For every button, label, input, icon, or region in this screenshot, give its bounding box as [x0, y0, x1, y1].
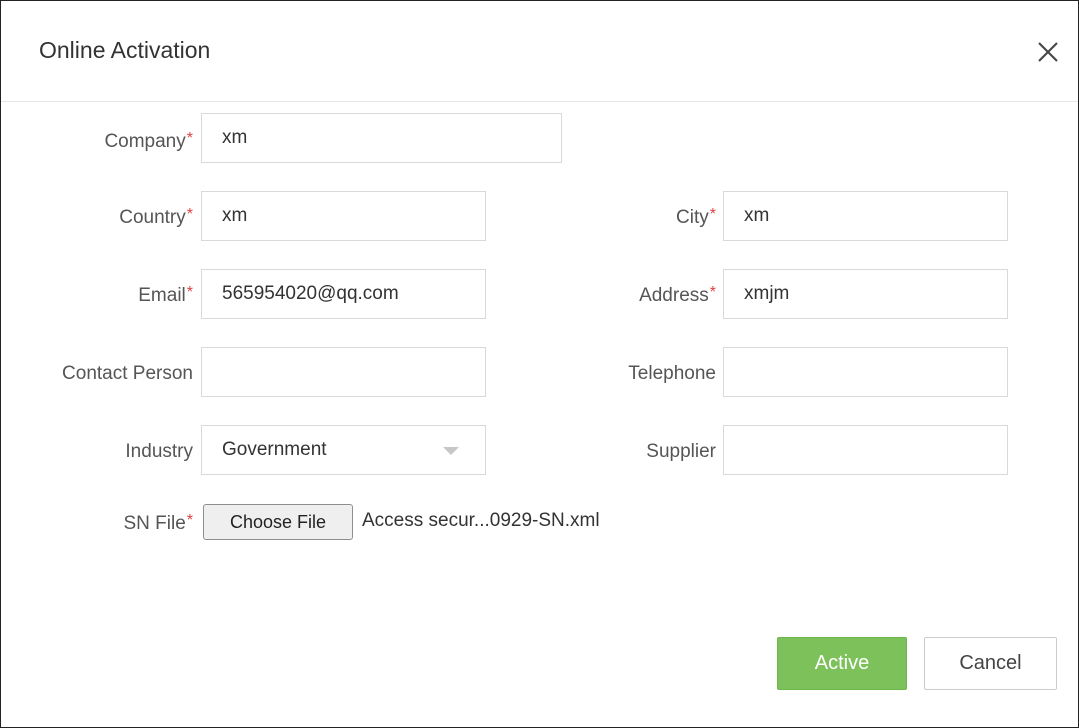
required-mark: * — [186, 284, 193, 301]
company-label-text: Company — [104, 131, 186, 152]
industry-label: Industry — [125, 441, 193, 463]
city-input[interactable] — [723, 191, 1008, 241]
industry-select[interactable]: Government — [201, 425, 486, 475]
telephone-label-text: Telephone — [628, 363, 716, 384]
cancel-button[interactable]: Cancel — [924, 637, 1057, 690]
sn-file-label-text: SN File — [123, 513, 186, 534]
city-label: City* — [676, 206, 716, 229]
sn-file-label: SN File* — [123, 512, 193, 535]
chevron-down-icon — [443, 447, 459, 455]
company-input[interactable] — [201, 113, 562, 163]
required-mark: * — [186, 512, 193, 529]
contact-person-label: Contact Person — [62, 363, 193, 385]
required-mark: * — [709, 206, 716, 223]
close-icon[interactable] — [1033, 37, 1063, 67]
contact-person-input[interactable] — [201, 347, 486, 397]
required-mark: * — [186, 206, 193, 223]
email-label-text: Email — [138, 285, 186, 306]
required-mark: * — [709, 284, 716, 301]
country-input[interactable] — [201, 191, 486, 241]
address-label: Address* — [639, 284, 716, 307]
required-mark: * — [186, 130, 193, 147]
country-label-text: Country — [119, 207, 186, 228]
dialog-title: Online Activation — [39, 37, 211, 63]
email-input[interactable] — [201, 269, 486, 319]
address-label-text: Address — [639, 285, 709, 306]
choose-file-button[interactable]: Choose File — [203, 504, 353, 540]
selected-file-name: Access secur...0929-SN.xml — [362, 510, 600, 531]
city-label-text: City — [676, 207, 709, 228]
telephone-input[interactable] — [723, 347, 1008, 397]
supplier-label: Supplier — [646, 441, 716, 463]
online-activation-dialog: Online Activation Company* Country* City… — [0, 0, 1079, 728]
dialog-header: Online Activation — [1, 1, 1078, 102]
address-input[interactable] — [723, 269, 1008, 319]
industry-label-text: Industry — [125, 441, 193, 462]
contact-person-label-text: Contact Person — [62, 363, 193, 384]
telephone-label: Telephone — [628, 363, 716, 385]
company-label: Company* — [104, 130, 193, 153]
country-label: Country* — [119, 206, 193, 229]
active-button[interactable]: Active — [777, 637, 907, 690]
supplier-input[interactable] — [723, 425, 1008, 475]
industry-selected-value: Government — [222, 439, 327, 460]
supplier-label-text: Supplier — [646, 441, 716, 462]
email-label: Email* — [138, 284, 193, 307]
